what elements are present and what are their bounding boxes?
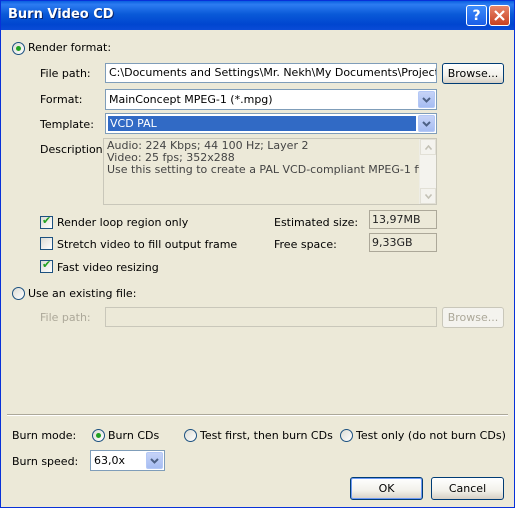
test-then-burn-label: Test first, then burn CDs bbox=[200, 429, 333, 442]
stretch-video-checkbox[interactable] bbox=[40, 237, 53, 250]
window-title: Burn Video CD bbox=[8, 7, 114, 22]
existing-browse-button[interactable]: Browse... bbox=[442, 307, 504, 328]
burn-speed-value: 63,0x bbox=[94, 454, 126, 467]
existing-file-label: Use an existing file: bbox=[28, 287, 137, 300]
render-loop-label: Render loop region only bbox=[57, 216, 189, 229]
chevron-down-icon[interactable] bbox=[146, 452, 163, 469]
test-then-burn-radio[interactable] bbox=[184, 429, 197, 442]
file-path-input[interactable]: C:\Documents and Settings\Mr. Nekh\My Do… bbox=[105, 63, 437, 83]
render-loop-checkbox[interactable] bbox=[40, 214, 53, 229]
format-select-value: MainConcept MPEG-1 (*.mpg) bbox=[109, 93, 273, 106]
burn-mode-label: Burn mode: bbox=[12, 429, 77, 442]
scroll-up-arrow-icon[interactable] bbox=[420, 139, 436, 155]
existing-file-radio[interactable] bbox=[12, 287, 25, 300]
render-format-label: Render format: bbox=[28, 41, 112, 54]
burn-cds-radio[interactable] bbox=[92, 429, 105, 442]
chevron-down-icon[interactable] bbox=[418, 115, 435, 132]
description-scrollbar[interactable] bbox=[419, 139, 436, 204]
template-label: Template: bbox=[40, 118, 94, 131]
scroll-down-arrow-icon[interactable] bbox=[420, 188, 436, 204]
title-bar[interactable]: Burn Video CD ? bbox=[1, 1, 514, 30]
stretch-video-label: Stretch video to fill output frame bbox=[57, 238, 238, 251]
format-label: Format: bbox=[40, 93, 83, 106]
template-select-value: VCD PAL bbox=[108, 116, 416, 131]
existing-file-path-label: File path: bbox=[40, 311, 91, 324]
description-box: Audio: 224 Kbps; 44 100 Hz; Layer 2 Vide… bbox=[103, 138, 437, 205]
free-space-value: 9,33GB bbox=[369, 233, 437, 252]
fast-resizing-label: Fast video resizing bbox=[57, 261, 159, 274]
description-label: Description: bbox=[40, 143, 107, 156]
help-button[interactable]: ? bbox=[466, 5, 487, 26]
template-select[interactable]: VCD PAL bbox=[105, 113, 437, 134]
cancel-button[interactable]: Cancel bbox=[431, 477, 504, 500]
estimated-size-label: Estimated size: bbox=[274, 216, 359, 229]
test-only-radio[interactable] bbox=[340, 429, 353, 442]
close-button[interactable] bbox=[489, 5, 510, 26]
question-mark-icon: ? bbox=[472, 7, 481, 24]
ok-button[interactable]: OK bbox=[350, 477, 423, 500]
format-select[interactable]: MainConcept MPEG-1 (*.mpg) bbox=[105, 89, 437, 110]
existing-file-path-input[interactable] bbox=[105, 307, 437, 327]
fast-resizing-checkbox[interactable] bbox=[40, 258, 53, 273]
close-icon bbox=[494, 10, 505, 21]
chevron-down-icon[interactable] bbox=[418, 91, 435, 108]
burn-speed-label: Burn speed: bbox=[12, 455, 79, 468]
description-line: Use this setting to create a PAL VCD-com… bbox=[107, 163, 435, 176]
burn-video-cd-dialog: Burn Video CD ? Render format: File path… bbox=[0, 0, 515, 508]
test-only-label: Test only (do not burn CDs) bbox=[356, 429, 506, 442]
estimated-size-value: 13,97MB bbox=[369, 210, 437, 229]
burn-speed-select[interactable]: 63,0x bbox=[90, 450, 165, 471]
separator bbox=[7, 414, 508, 416]
file-path-label: File path: bbox=[40, 67, 91, 80]
burn-cds-label: Burn CDs bbox=[108, 429, 160, 442]
render-format-radio[interactable] bbox=[12, 42, 25, 55]
browse-button[interactable]: Browse... bbox=[442, 63, 504, 84]
free-space-label: Free space: bbox=[274, 238, 337, 251]
